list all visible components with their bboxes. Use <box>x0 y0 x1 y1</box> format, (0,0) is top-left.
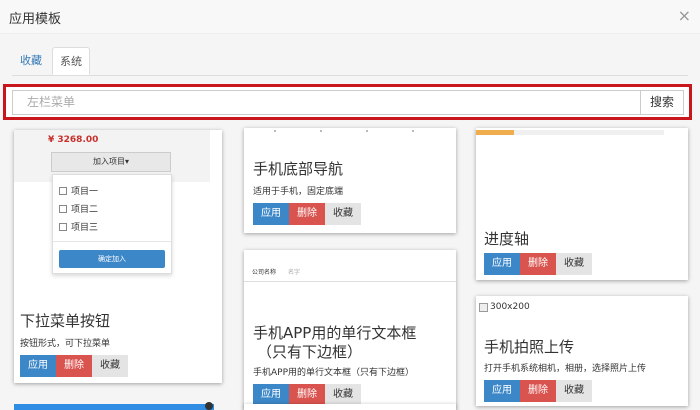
template-card-partial <box>14 402 214 410</box>
tab-system[interactable]: 系统 <box>52 47 90 75</box>
card-title: 进度轴 <box>484 230 530 248</box>
tab-divider <box>12 75 688 76</box>
card-description: 按钮形式，可下拉菜单 <box>20 339 111 349</box>
search-input[interactable]: 左栏菜单 <box>12 90 640 115</box>
delete-button[interactable]: 删除 <box>520 253 556 275</box>
card-title: 手机APP用的单行文本框 <box>253 324 417 342</box>
search-bar: 左栏菜单 搜索 <box>3 84 692 120</box>
favorite-button[interactable]: 收藏 <box>325 203 361 225</box>
preview-label: 公司名称 <box>252 269 277 276</box>
progress-bar <box>476 130 664 135</box>
search-button[interactable]: 搜索 <box>640 90 684 115</box>
template-card-photo-upload: 300x200 手机拍照上传 打开手机系统相机，相册，选择照片上传 应用 删除 … <box>476 296 688 406</box>
favorite-button[interactable]: 收藏 <box>556 253 592 275</box>
card-title-line2: （只有下边框） <box>257 343 363 361</box>
check-icon <box>205 402 213 410</box>
favorite-button[interactable]: 收藏 <box>556 380 592 402</box>
preview-dot <box>320 130 322 132</box>
preview-dot <box>412 130 414 132</box>
checkbox-icon[interactable] <box>59 222 67 231</box>
preview-dot <box>274 130 276 132</box>
template-card-partial <box>244 404 456 410</box>
template-card-dropdown: ¥ 3268.00 加入项目▾ 项目一 项目二 项目三 确定加入 下拉菜单按钮 … <box>14 130 222 383</box>
delete-button[interactable]: 删除 <box>56 355 92 377</box>
card-title: 手机底部导航 <box>253 160 344 178</box>
favorite-button[interactable]: 收藏 <box>325 384 361 406</box>
menu-item[interactable]: 项目二 <box>59 202 98 215</box>
delete-button[interactable]: 删除 <box>289 203 325 225</box>
image-icon <box>479 302 488 312</box>
price-label: ¥ 3268.00 <box>48 135 99 145</box>
confirm-add-button[interactable]: 确定加入 <box>59 250 165 268</box>
card-description: 适用于手机，固定底端 <box>253 187 344 197</box>
template-card-mobile-input: 公司名称 名字 手机APP用的单行文本框 （只有下边框） 手机APP用的单行文本… <box>244 250 456 408</box>
menu-item[interactable]: 项目三 <box>59 220 98 233</box>
dropdown-menu: 项目一 项目二 项目三 确定加入 <box>52 174 172 274</box>
apply-button[interactable]: 应用 <box>20 355 56 377</box>
menu-item[interactable]: 项目一 <box>59 184 98 197</box>
apply-button[interactable]: 应用 <box>253 384 289 406</box>
card-title: 下拉菜单按钮 <box>20 312 111 330</box>
favorite-button[interactable]: 收藏 <box>92 355 128 377</box>
tab-favorites[interactable]: 收藏 <box>12 47 50 75</box>
card-preview: 公司名称 名字 <box>244 250 456 282</box>
progress-fill <box>476 130 514 135</box>
add-item-dropdown[interactable]: 加入项目▾ <box>51 152 171 172</box>
delete-button[interactable]: 删除 <box>520 380 556 402</box>
card-actions: 应用 删除 收藏 <box>253 384 361 406</box>
menu-divider <box>53 241 171 242</box>
preview-placeholder: 名字 <box>288 269 301 276</box>
checkbox-icon[interactable] <box>59 204 67 213</box>
apply-button[interactable]: 应用 <box>253 203 289 225</box>
preview-image: 300x200 <box>479 300 535 314</box>
card-actions: 应用 删除 收藏 <box>484 380 592 402</box>
card-description: 打开手机系统相机，相册，选择照片上传 <box>484 364 647 374</box>
checkbox-icon[interactable] <box>59 186 67 195</box>
card-actions: 应用 删除 收藏 <box>484 253 592 275</box>
modal-title: 应用模板 <box>9 12 62 27</box>
template-card-bottom-nav: 手机底部导航 适用于手机，固定底端 应用 删除 收藏 <box>244 128 456 233</box>
modal-header: 应用模板 × <box>0 0 700 34</box>
preview-dot <box>366 130 368 132</box>
template-card-progress: 进度轴 应用 删除 收藏 <box>476 128 688 280</box>
card-actions: 应用 删除 收藏 <box>253 203 361 225</box>
card-description: 手机APP用的单行文本框（只有下边框） <box>253 368 415 378</box>
card-actions: 应用 删除 收藏 <box>20 355 128 377</box>
card-title: 手机拍照上传 <box>484 338 575 356</box>
delete-button[interactable]: 删除 <box>289 384 325 406</box>
close-icon[interactable]: × <box>678 6 691 25</box>
apply-button[interactable]: 应用 <box>484 253 520 275</box>
apply-button[interactable]: 应用 <box>484 380 520 402</box>
